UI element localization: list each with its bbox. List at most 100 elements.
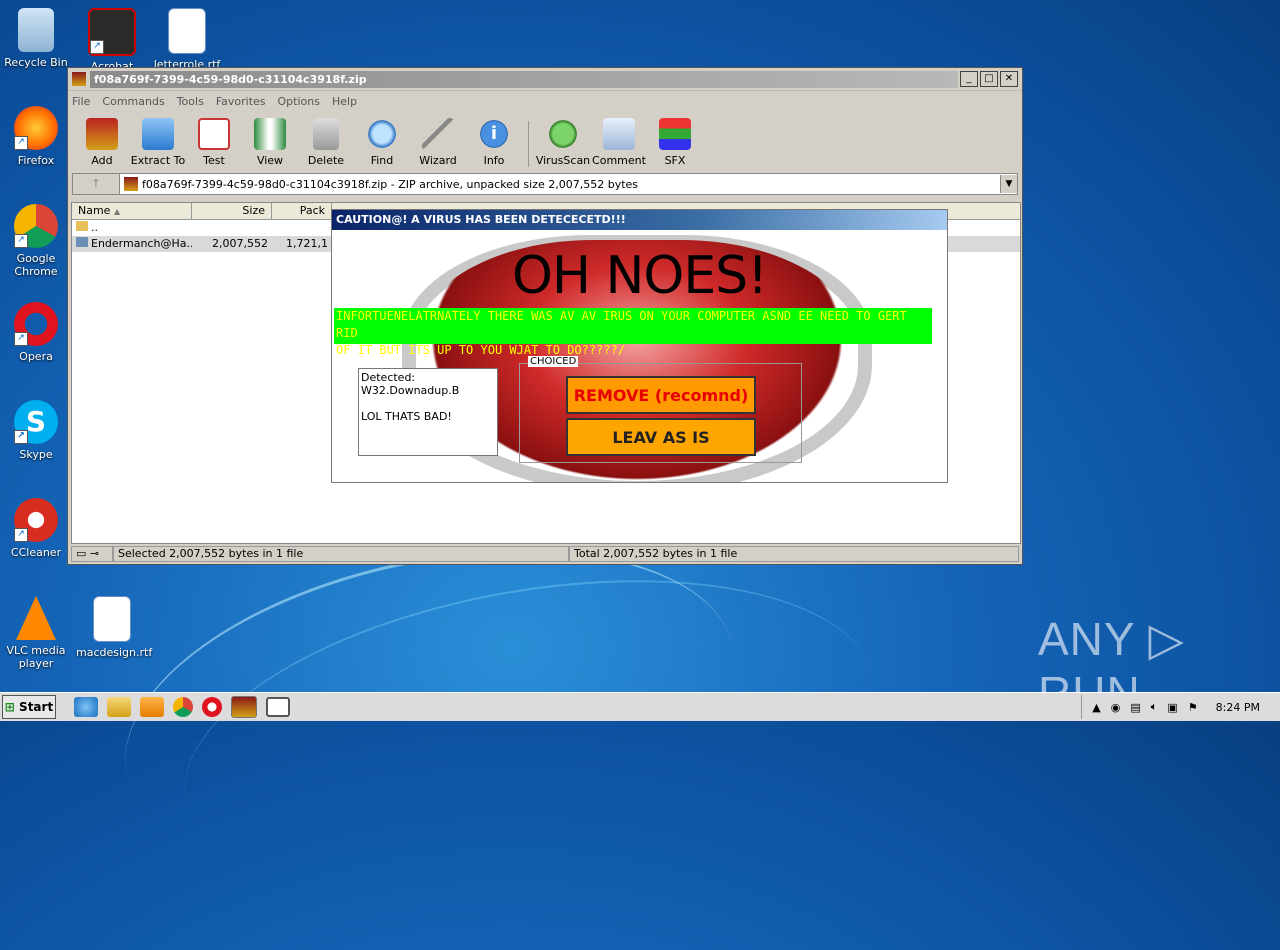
desktop-icon-firefox[interactable]: ↗ Firefox <box>0 106 72 167</box>
security-icon[interactable]: ◉ <box>1111 701 1121 714</box>
menu-help[interactable]: Help <box>332 95 357 108</box>
status-bar: ▭ ⊸ Selected 2,007,552 bytes in 1 file T… <box>71 546 1019 562</box>
toolbar-label: Delete <box>307 154 345 167</box>
column-header-size[interactable]: Size <box>192 203 272 219</box>
row-packed: 1,721,1 <box>286 237 328 250</box>
desktop-icon-label: Google Chrome <box>14 252 58 278</box>
desktop-icon-recycle-bin[interactable]: Recycle Bin <box>0 8 72 69</box>
toolbar-delete-button[interactable]: Delete <box>298 118 354 167</box>
dialog-title[interactable]: CAUTION@! A VIRUS HAS BEEN DETECECETD!!! <box>332 210 947 230</box>
desktop-icon-chrome[interactable]: ↗ Google Chrome <box>0 204 72 278</box>
status-total: Total 2,007,552 bytes in 1 file <box>569 546 1019 562</box>
detected-value: W32.Downadup.B <box>361 384 460 397</box>
status-selected: Selected 2,007,552 bytes in 1 file <box>113 546 569 562</box>
desktop-icon-label: Firefox <box>17 154 55 167</box>
desktop-icon-macdesign[interactable]: macdesign.rtf <box>76 596 152 659</box>
add-archive-icon <box>86 118 118 150</box>
address-bar[interactable]: ↑ f08a769f-7399-4c59-98d0-c31104c3918f.z… <box>72 173 1018 195</box>
toolbar-label: SFX <box>664 154 686 167</box>
toolbar-extract-button[interactable]: Extract To <box>130 118 186 167</box>
choice-group: CHOICED REMOVE (recomnd) LEAV AS IS <box>519 356 802 463</box>
desktop-icon-ccleaner[interactable]: ↗ CCleaner <box>0 498 72 559</box>
opera-icon: ↗ <box>14 302 58 346</box>
chrome-taskbar-icon[interactable] <box>173 697 193 717</box>
toolbar-label: VirusScan <box>535 154 591 167</box>
clipboard-check-icon <box>198 118 230 150</box>
up-arrow-icon[interactable]: ↑ <box>73 174 120 194</box>
opera-taskbar-icon[interactable] <box>202 697 222 717</box>
toolbar-add-button[interactable]: Add <box>74 118 130 167</box>
close-button[interactable]: ✕ <box>1000 71 1018 87</box>
desktop-icon-label: VLC media player <box>6 644 66 670</box>
skype-icon: S ↗ <box>14 400 58 444</box>
row-packed <box>272 220 332 236</box>
maximize-button[interactable]: □ <box>980 71 998 87</box>
virus-app-taskbar-icon[interactable] <box>266 697 290 717</box>
clock[interactable]: 8:24 PM <box>1216 701 1260 714</box>
virus-alert-dialog: CAUTION@! A VIRUS HAS BEEN DETECECETD!!!… <box>331 209 948 483</box>
start-button[interactable]: ⊞ Start <box>2 695 56 719</box>
acrobat-icon: ↗ <box>88 8 136 56</box>
toolbar-label: Test <box>203 154 225 167</box>
toolbar-comment-button[interactable]: Comment <box>591 118 647 167</box>
explorer-taskbar-icon[interactable] <box>107 697 131 717</box>
book-icon <box>254 118 286 150</box>
media-player-taskbar-icon[interactable] <box>140 697 164 717</box>
executable-icon <box>76 237 88 247</box>
magic-wand-icon <box>422 118 454 150</box>
menu-favorites[interactable]: Favorites <box>216 95 266 108</box>
network-icon[interactable]: ▤ <box>1130 701 1140 714</box>
minimize-button[interactable]: _ <box>960 71 978 87</box>
firefox-icon: ↗ <box>14 106 58 150</box>
window-titlebar[interactable]: f08a769f-7399-4c59-98d0-c31104c3918f.zip… <box>68 68 1022 91</box>
drive-icon[interactable]: ▭ ⊸ <box>71 546 113 562</box>
desktop-icon-letterrole[interactable]: letterrole.rtf <box>151 8 223 71</box>
chevron-down-icon[interactable]: ▼ <box>1000 175 1017 193</box>
toolbar-separator <box>528 121 529 167</box>
recycle-bin-icon <box>18 8 54 52</box>
ccleaner-icon: ↗ <box>14 498 58 542</box>
desktop-icon-skype[interactable]: S ↗ Skype <box>0 400 72 461</box>
trash-icon <box>313 118 339 150</box>
row-name-text: .. <box>91 221 98 234</box>
chevron-up-icon[interactable]: ▲ <box>1092 701 1100 714</box>
menu-commands[interactable]: Commands <box>102 95 164 108</box>
winrar-taskbar-icon[interactable] <box>231 696 257 718</box>
toolbar-find-button[interactable]: Find <box>354 118 410 167</box>
toolbar-label: Info <box>483 154 505 167</box>
word-document-icon <box>168 8 206 54</box>
network-adapter-icon[interactable]: ▣ <box>1167 701 1177 714</box>
remove-button[interactable]: REMOVE (recomnd) <box>566 376 756 414</box>
toolbar-wizard-button[interactable]: Wizard <box>410 118 466 167</box>
row-size: 2,007,552 <box>212 237 268 250</box>
toolbar-test-button[interactable]: Test <box>186 118 242 167</box>
volume-icon[interactable]: 🔈︎ <box>1151 700 1158 714</box>
desktop-icon-label: macdesign.rtf <box>76 646 153 659</box>
row-size <box>192 220 272 236</box>
column-label: Name <box>78 204 111 217</box>
desktop-icon-label: CCleaner <box>10 546 62 559</box>
menu-options[interactable]: Options <box>278 95 320 108</box>
flag-icon[interactable]: ⚑ <box>1188 701 1198 714</box>
menu-tools[interactable]: Tools <box>177 95 204 108</box>
menu-file[interactable]: File <box>72 95 90 108</box>
magnifier-icon <box>366 118 398 150</box>
toolbar-virusscan-button[interactable]: VirusScan <box>535 118 591 167</box>
toolbar-label: View <box>256 154 284 167</box>
folder-icon <box>142 118 174 150</box>
toolbar-sfx-button[interactable]: SFX <box>647 118 703 167</box>
desktop-icon-vlc[interactable]: VLC media player <box>0 596 72 670</box>
ie-taskbar-icon[interactable] <box>74 697 98 717</box>
column-header-packed[interactable]: Pack <box>272 203 332 219</box>
desktop-icon-label: Opera <box>19 350 53 363</box>
desktop-icon-opera[interactable]: ↗ Opera <box>0 302 72 363</box>
warning-banner: INFORTUENELATRNATELY THERE WAS AV AV IRU… <box>334 308 932 357</box>
window-title: f08a769f-7399-4c59-98d0-c31104c3918f.zip <box>90 70 958 88</box>
column-header-name[interactable]: Name ▲ <box>72 203 192 219</box>
warning-line: OF IT BUT ITS UP TO YOU WJAT TO DO?????/ <box>336 343 625 357</box>
desktop-icon-acrobat[interactable]: ↗ Acrobat <box>76 8 148 73</box>
info-icon: i <box>478 118 510 150</box>
toolbar-view-button[interactable]: View <box>242 118 298 167</box>
toolbar-info-button[interactable]: i Info <box>466 118 522 167</box>
leave-as-is-button[interactable]: LEAV AS IS <box>566 418 756 456</box>
